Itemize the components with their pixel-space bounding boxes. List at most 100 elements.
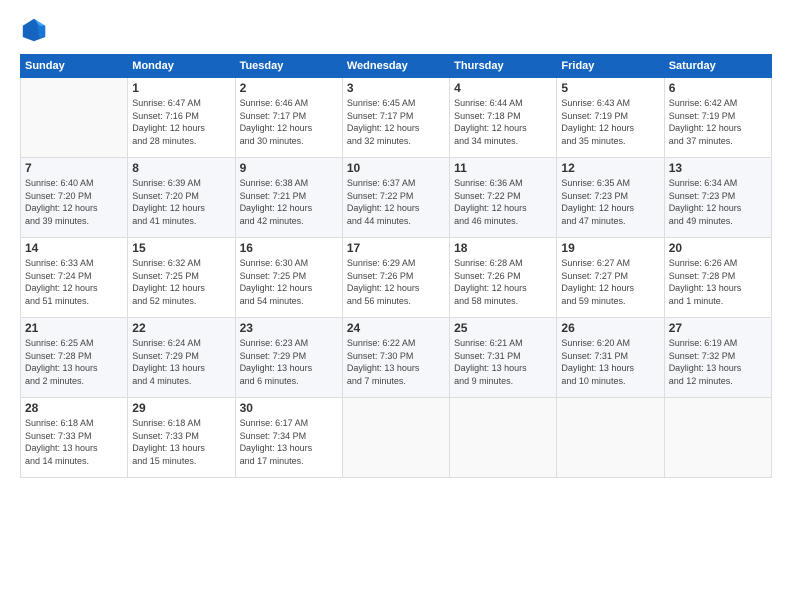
day-info: Sunrise: 6:43 AMSunset: 7:19 PMDaylight:… [561,97,659,147]
day-info: Sunrise: 6:26 AMSunset: 7:28 PMDaylight:… [669,257,767,307]
calendar-day-cell: 26 Sunrise: 6:20 AMSunset: 7:31 PMDayligh… [557,318,664,398]
day-info: Sunrise: 6:39 AMSunset: 7:20 PMDaylight:… [132,177,230,227]
day-info: Sunrise: 6:36 AMSunset: 7:22 PMDaylight:… [454,177,552,227]
day-info: Sunrise: 6:37 AMSunset: 7:22 PMDaylight:… [347,177,445,227]
day-number: 30 [240,401,338,415]
calendar-header-day: Tuesday [235,55,342,78]
calendar-page: SundayMondayTuesdayWednesdayThursdayFrid… [0,0,792,612]
calendar-day-cell [557,398,664,478]
day-info: Sunrise: 6:19 AMSunset: 7:32 PMDaylight:… [669,337,767,387]
day-number: 13 [669,161,767,175]
day-info: Sunrise: 6:22 AMSunset: 7:30 PMDaylight:… [347,337,445,387]
day-number: 14 [25,241,123,255]
day-info: Sunrise: 6:32 AMSunset: 7:25 PMDaylight:… [132,257,230,307]
calendar-day-cell: 30Sunrise: 6:17 AMSunset: 7:34 PMDayligh… [235,398,342,478]
calendar-table: SundayMondayTuesdayWednesdayThursdayFrid… [20,54,772,478]
day-number: 11 [454,161,552,175]
calendar-day-cell: 14 Sunrise: 6:33 AMSunset: 7:24 PMDayligh… [21,238,128,318]
calendar-day-cell: 20Sunrise: 6:26 AMSunset: 7:28 PMDayligh… [664,238,771,318]
calendar-header-day: Friday [557,55,664,78]
day-info: Sunrise: 6:40 AMSunset: 7:20 PMDaylight:… [25,177,123,227]
calendar-day-cell [342,398,449,478]
day-number: 27 [669,321,767,335]
calendar-day-cell: 17Sunrise: 6:29 AMSunset: 7:26 PMDayligh… [342,238,449,318]
day-number: 19 [561,241,659,255]
calendar-day-cell: 3 Sunrise: 6:45 AMSunset: 7:17 PMDaylight… [342,78,449,158]
logo-icon [20,16,48,44]
day-info: Sunrise: 6:28 AMSunset: 7:26 PMDaylight:… [454,257,552,307]
calendar-day-cell: 24 Sunrise: 6:22 AMSunset: 7:30 PMDayligh… [342,318,449,398]
day-info: Sunrise: 6:21 AMSunset: 7:31 PMDaylight:… [454,337,552,387]
day-number: 18 [454,241,552,255]
day-info: Sunrise: 6:20 AMSunset: 7:31 PMDaylight:… [561,337,659,387]
day-number: 28 [25,401,123,415]
calendar-day-cell: 25 Sunrise: 6:21 AMSunset: 7:31 PMDayligh… [450,318,557,398]
calendar-day-cell: 7 Sunrise: 6:40 AMSunset: 7:20 PMDaylight… [21,158,128,238]
calendar-day-cell: 11 Sunrise: 6:36 AMSunset: 7:22 PMDayligh… [450,158,557,238]
day-info: Sunrise: 6:33 AMSunset: 7:24 PMDaylight:… [25,257,123,307]
day-info: Sunrise: 6:35 AMSunset: 7:23 PMDaylight:… [561,177,659,227]
calendar-week-row: 7 Sunrise: 6:40 AMSunset: 7:20 PMDaylight… [21,158,772,238]
day-info: Sunrise: 6:30 AMSunset: 7:25 PMDaylight:… [240,257,338,307]
day-info: Sunrise: 6:47 AMSunset: 7:16 PMDaylight:… [132,97,230,147]
day-number: 1 [132,81,230,95]
day-number: 17 [347,241,445,255]
calendar-day-cell: 6 Sunrise: 6:42 AMSunset: 7:19 PMDaylight… [664,78,771,158]
day-number: 7 [25,161,123,175]
day-number: 26 [561,321,659,335]
calendar-header-day: Saturday [664,55,771,78]
day-info: Sunrise: 6:45 AMSunset: 7:17 PMDaylight:… [347,97,445,147]
day-number: 24 [347,321,445,335]
calendar-day-cell: 29 Sunrise: 6:18 AMSunset: 7:33 PMDayligh… [128,398,235,478]
calendar-week-row: 14 Sunrise: 6:33 AMSunset: 7:24 PMDayligh… [21,238,772,318]
day-number: 10 [347,161,445,175]
calendar-week-row: 21Sunrise: 6:25 AMSunset: 7:28 PMDayligh… [21,318,772,398]
calendar-header-row: SundayMondayTuesdayWednesdayThursdayFrid… [21,55,772,78]
day-info: Sunrise: 6:24 AMSunset: 7:29 PMDaylight:… [132,337,230,387]
calendar-day-cell: 12 Sunrise: 6:35 AMSunset: 7:23 PMDayligh… [557,158,664,238]
day-info: Sunrise: 6:46 AMSunset: 7:17 PMDaylight:… [240,97,338,147]
calendar-header-day: Sunday [21,55,128,78]
day-number: 8 [132,161,230,175]
calendar-day-cell: 15 Sunrise: 6:32 AMSunset: 7:25 PMDayligh… [128,238,235,318]
calendar-day-cell [21,78,128,158]
calendar-header-day: Monday [128,55,235,78]
day-number: 3 [347,81,445,95]
day-number: 12 [561,161,659,175]
day-number: 21 [25,321,123,335]
day-number: 4 [454,81,552,95]
calendar-header-day: Wednesday [342,55,449,78]
day-info: Sunrise: 6:42 AMSunset: 7:19 PMDaylight:… [669,97,767,147]
calendar-day-cell: 13Sunrise: 6:34 AMSunset: 7:23 PMDayligh… [664,158,771,238]
calendar-day-cell: 19 Sunrise: 6:27 AMSunset: 7:27 PMDayligh… [557,238,664,318]
calendar-day-cell: 10 Sunrise: 6:37 AMSunset: 7:22 PMDayligh… [342,158,449,238]
day-number: 15 [132,241,230,255]
day-info: Sunrise: 6:27 AMSunset: 7:27 PMDaylight:… [561,257,659,307]
calendar-day-cell [664,398,771,478]
day-info: Sunrise: 6:38 AMSunset: 7:21 PMDaylight:… [240,177,338,227]
day-number: 2 [240,81,338,95]
calendar-day-cell: 18 Sunrise: 6:28 AMSunset: 7:26 PMDayligh… [450,238,557,318]
calendar-day-cell: 5Sunrise: 6:43 AMSunset: 7:19 PMDaylight… [557,78,664,158]
calendar-day-cell: 28Sunrise: 6:18 AMSunset: 7:33 PMDayligh… [21,398,128,478]
day-info: Sunrise: 6:18 AMSunset: 7:33 PMDaylight:… [132,417,230,467]
header [20,16,772,44]
calendar-day-cell: 8 Sunrise: 6:39 AMSunset: 7:20 PMDaylight… [128,158,235,238]
day-number: 16 [240,241,338,255]
calendar-day-cell: 2 Sunrise: 6:46 AMSunset: 7:17 PMDaylight… [235,78,342,158]
calendar-day-cell: 9 Sunrise: 6:38 AMSunset: 7:21 PMDaylight… [235,158,342,238]
day-number: 25 [454,321,552,335]
day-number: 6 [669,81,767,95]
day-number: 29 [132,401,230,415]
day-number: 9 [240,161,338,175]
calendar-header-day: Thursday [450,55,557,78]
calendar-day-cell [450,398,557,478]
day-number: 22 [132,321,230,335]
day-number: 23 [240,321,338,335]
calendar-week-row: 28 Sunrise: 6:18 AMSunset: 7:33 PMDayligh… [21,398,772,478]
calendar-day-cell: 23Sunrise: 6:23 AMSunset: 7:29 PMDayligh… [235,318,342,398]
calendar-day-cell: 21Sunrise: 6:25 AMSunset: 7:28 PMDayligh… [21,318,128,398]
calendar-body: 1 Sunrise: 6:47 AMSunset: 7:16 PMDaylight… [21,78,772,478]
calendar-week-row: 1 Sunrise: 6:47 AMSunset: 7:16 PMDaylight… [21,78,772,158]
day-info: Sunrise: 6:44 AMSunset: 7:18 PMDaylight:… [454,97,552,147]
